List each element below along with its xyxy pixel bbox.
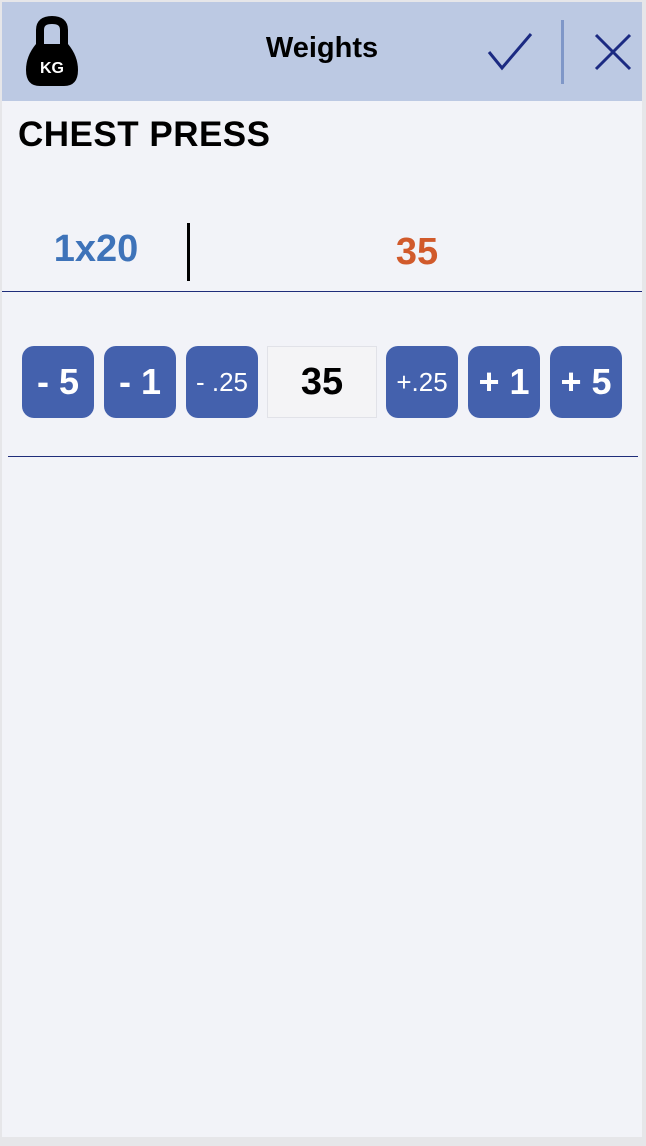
- weights-screen: KG Weights CHEST PRESS 1x20 35 - 5 - 1 -…: [2, 2, 642, 1137]
- decrease-quarter-button[interactable]: - .25: [186, 346, 258, 418]
- section-divider-bottom: [8, 456, 638, 457]
- current-weight-value: 35: [395, 231, 439, 273]
- header-divider: [561, 20, 564, 84]
- close-icon: [594, 33, 632, 71]
- summary-divider: [187, 223, 190, 281]
- set-scheme-label: 1x20: [53, 228, 139, 270]
- header-bar: KG Weights: [2, 2, 642, 101]
- decrease-5-button[interactable]: - 5: [22, 346, 94, 418]
- exercise-name: CHEST PRESS: [18, 115, 271, 154]
- increase-5-button[interactable]: + 5: [550, 346, 622, 418]
- decrease-1-button[interactable]: - 1: [104, 346, 176, 418]
- weight-input[interactable]: [267, 346, 377, 418]
- section-divider-top: [2, 291, 642, 292]
- confirm-button[interactable]: [485, 30, 535, 74]
- page-title: Weights: [265, 32, 379, 64]
- increase-quarter-button[interactable]: +.25: [386, 346, 458, 418]
- logo-label: KG: [40, 60, 64, 77]
- kettlebell-logo-icon: KG: [24, 16, 80, 88]
- cancel-button[interactable]: [593, 32, 633, 72]
- checkmark-icon: [487, 33, 533, 71]
- increase-1-button[interactable]: + 1: [468, 346, 540, 418]
